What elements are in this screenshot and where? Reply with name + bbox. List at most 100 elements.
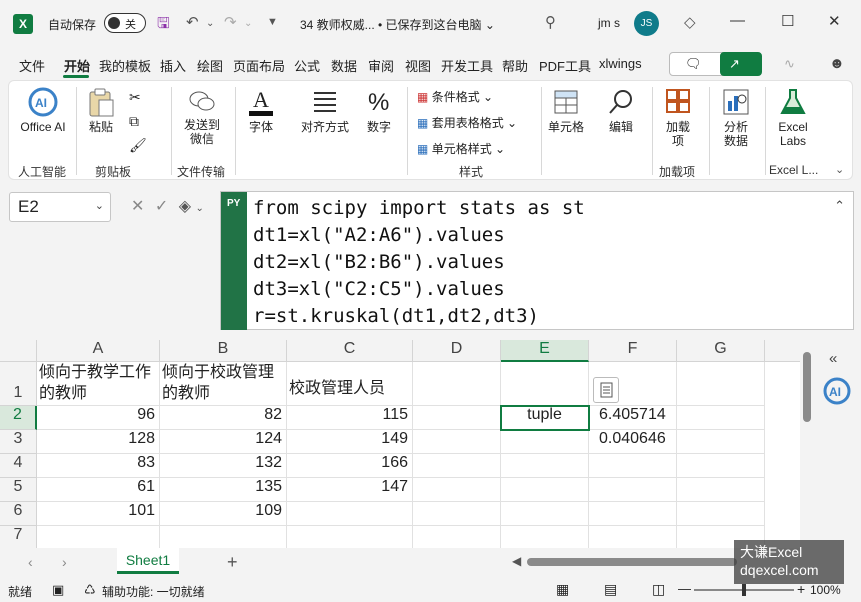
row-header-5[interactable]: 5 bbox=[0, 478, 37, 502]
cell-a7[interactable] bbox=[37, 526, 160, 548]
minimize-button[interactable]: — bbox=[730, 12, 745, 29]
column-header-h[interactable] bbox=[765, 340, 800, 362]
cell-e4[interactable] bbox=[501, 454, 589, 478]
close-button[interactable]: ✕ bbox=[828, 12, 841, 30]
office-ai-button[interactable]: AI Office AI bbox=[19, 87, 67, 134]
redo-icon[interactable]: ↷ bbox=[224, 13, 237, 31]
send-wechat-button[interactable]: 发送到微信 bbox=[181, 87, 223, 146]
maximize-button[interactable]: ☐ bbox=[781, 12, 794, 30]
cell-c6[interactable] bbox=[287, 502, 413, 526]
cell-e1[interactable] bbox=[501, 362, 589, 406]
cell-b5[interactable]: 135 bbox=[160, 478, 287, 502]
table-format-button[interactable]: ▦ 套用表格格式 ⌄ bbox=[417, 114, 517, 131]
tab-review[interactable]: 审阅 bbox=[368, 56, 394, 75]
cell-b1[interactable]: 倾向于校政管理的教师 bbox=[160, 362, 287, 406]
cell-d6[interactable] bbox=[413, 502, 501, 526]
column-header-f[interactable]: F bbox=[589, 340, 677, 362]
tab-home[interactable]: 开始 bbox=[64, 56, 90, 75]
cell-c5[interactable]: 147 bbox=[287, 478, 413, 502]
cell-d4[interactable] bbox=[413, 454, 501, 478]
accessibility-icon[interactable]: ♺ bbox=[84, 582, 96, 598]
expand-pane-icon[interactable]: « bbox=[829, 350, 837, 367]
cell-e6[interactable] bbox=[501, 502, 589, 526]
formula-bar[interactable]: PY from scipy import stats as st dt1=xl(… bbox=[220, 191, 854, 330]
tab-view[interactable]: 视图 bbox=[405, 56, 431, 75]
cell-f4[interactable] bbox=[589, 454, 677, 478]
number-button[interactable]: % 数字 bbox=[361, 87, 397, 134]
name-box[interactable]: E2 ⌄ bbox=[9, 192, 111, 222]
cell-f2[interactable]: 6.405714 bbox=[589, 406, 677, 430]
cell-style-button[interactable]: ▦ 单元格样式 ⌄ bbox=[417, 140, 505, 157]
search-icon[interactable]: ⚲ bbox=[545, 13, 556, 31]
cell-b6[interactable]: 109 bbox=[160, 502, 287, 526]
check-icon[interactable]: ✓ bbox=[155, 198, 168, 215]
tab-data[interactable]: 数据 bbox=[331, 56, 357, 75]
cell-b4[interactable]: 132 bbox=[160, 454, 287, 478]
normal-view-icon[interactable]: ▦ bbox=[556, 581, 569, 598]
row-header-2[interactable]: 2 bbox=[0, 406, 37, 430]
column-header-e[interactable]: E bbox=[501, 340, 589, 362]
scroll-left-icon[interactable]: ◀ bbox=[512, 554, 521, 568]
cell-c4[interactable]: 166 bbox=[287, 454, 413, 478]
cell-g1[interactable] bbox=[677, 362, 765, 406]
cell-d1[interactable] bbox=[413, 362, 501, 406]
horizontal-scroll-thumb[interactable] bbox=[527, 558, 737, 566]
cell-d7[interactable] bbox=[413, 526, 501, 548]
layers-dropdown-icon[interactable]: ⌄ bbox=[195, 203, 203, 214]
customize-toolbar-icon[interactable]: ▼ bbox=[267, 16, 278, 28]
add-sheet-button[interactable]: + bbox=[227, 552, 238, 573]
column-header-g[interactable]: G bbox=[677, 340, 765, 362]
cell-a5[interactable]: 61 bbox=[37, 478, 160, 502]
sheet-tab[interactable]: Sheet1 bbox=[117, 548, 179, 574]
vertical-scrollbar[interactable] bbox=[800, 340, 814, 548]
tab-file[interactable]: 文件 bbox=[19, 56, 45, 75]
tab-draw[interactable]: 绘图 bbox=[197, 56, 223, 75]
cell-e7[interactable] bbox=[501, 526, 589, 548]
redo-dropdown-icon[interactable]: ⌄ bbox=[244, 18, 252, 29]
tab-my-templates[interactable]: 我的模板 bbox=[99, 56, 151, 75]
save-icon[interactable]: 🖫 bbox=[157, 13, 170, 38]
paste-button[interactable]: 粘贴 bbox=[85, 87, 117, 134]
copy-icon[interactable]: ⧉ bbox=[129, 113, 139, 130]
tab-page-layout[interactable]: 页面布局 bbox=[233, 56, 285, 75]
cell-d3[interactable] bbox=[413, 430, 501, 454]
column-header-b[interactable]: B bbox=[160, 340, 287, 362]
ai-assistant-icon[interactable]: AI bbox=[822, 376, 852, 406]
cut-icon[interactable]: ✂ bbox=[129, 89, 141, 106]
cell-a3[interactable]: 128 bbox=[37, 430, 160, 454]
cell-c1[interactable]: 校政管理人员 bbox=[287, 362, 413, 406]
conditional-format-button[interactable]: ▦ 条件格式 ⌄ bbox=[417, 88, 493, 105]
cell-d5[interactable] bbox=[413, 478, 501, 502]
cell-f5[interactable] bbox=[589, 478, 677, 502]
tab-help[interactable]: 帮助 bbox=[502, 56, 528, 75]
font-button[interactable]: A 字体 bbox=[241, 87, 281, 134]
share-button[interactable]: ↗ bbox=[720, 52, 762, 76]
cells-button[interactable]: 单元格 bbox=[545, 87, 587, 134]
tab-pdf-tools[interactable]: PDF工具 bbox=[539, 56, 591, 75]
cell-e5[interactable] bbox=[501, 478, 589, 502]
accessibility-status[interactable]: 辅助功能: 一切就绪 bbox=[102, 583, 205, 600]
undo-dropdown-icon[interactable]: ⌄ bbox=[206, 18, 214, 29]
collapse-formula-icon[interactable]: ⌃ bbox=[834, 198, 845, 214]
page-break-view-icon[interactable]: ◫ bbox=[652, 581, 665, 598]
cell-f7[interactable] bbox=[589, 526, 677, 548]
cell-a6[interactable]: 101 bbox=[37, 502, 160, 526]
row-header-7[interactable]: 7 bbox=[0, 526, 37, 548]
cell-f6[interactable] bbox=[589, 502, 677, 526]
excel-labs-button[interactable]: Excel Labs bbox=[771, 87, 815, 148]
tab-insert[interactable]: 插入 bbox=[160, 56, 186, 75]
cell-b2[interactable]: 82 bbox=[160, 406, 287, 430]
undo-icon[interactable]: ↶ bbox=[186, 13, 199, 31]
cell-c7[interactable] bbox=[287, 526, 413, 548]
row-header-1[interactable]: 1 bbox=[0, 362, 37, 406]
page-layout-view-icon[interactable]: ▤ bbox=[604, 581, 617, 598]
cell-c2[interactable]: 115 bbox=[287, 406, 413, 430]
alignment-button[interactable]: 对齐方式 bbox=[295, 87, 355, 134]
document-title[interactable]: 34 教师权威... • 已保存到这台电脑 ⌄ bbox=[300, 16, 495, 33]
activity-icon[interactable]: ∿ bbox=[784, 56, 795, 72]
column-header-a[interactable]: A bbox=[37, 340, 160, 362]
cell-g4[interactable] bbox=[677, 454, 765, 478]
diamond-icon[interactable]: ◇ bbox=[684, 13, 696, 31]
zoom-level[interactable]: 100% bbox=[810, 583, 841, 597]
tab-formulas[interactable]: 公式 bbox=[294, 56, 320, 75]
